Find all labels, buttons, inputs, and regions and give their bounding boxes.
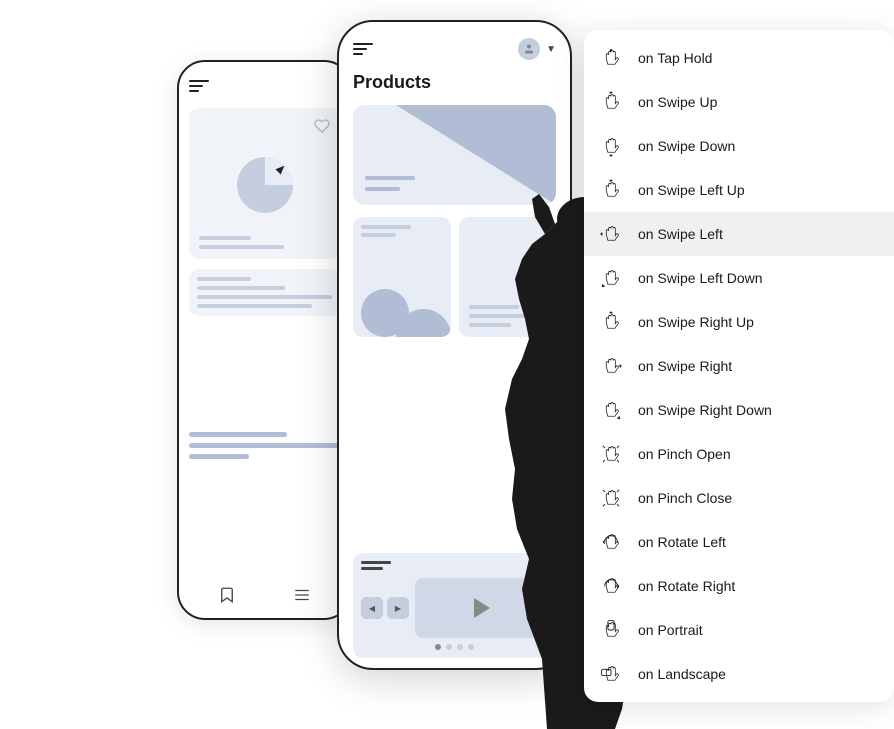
phone-bg (177, 60, 352, 620)
gesture-icon-swipe-right-up (598, 309, 624, 335)
gesture-icon-swipe-left-down (598, 265, 624, 291)
gesture-label-swipe-right-up: on Swipe Right Up (638, 314, 754, 330)
gesture-label-swipe-up: on Swipe Up (638, 94, 717, 110)
gesture-item-swipe-down[interactable]: on Swipe Down (584, 124, 894, 168)
gesture-icon-swipe-up (598, 89, 624, 115)
phone-main: ▼ Products (337, 20, 572, 670)
text-line (199, 236, 251, 240)
gesture-item-pinch-close[interactable]: on Pinch Close (584, 476, 894, 520)
gesture-label-swipe-right-down: on Swipe Right Down (638, 402, 772, 418)
gesture-item-rotate-right[interactable]: on Rotate Right (584, 564, 894, 608)
gesture-icon-swipe-left (598, 221, 624, 247)
carousel-dots (361, 644, 548, 650)
gesture-panel: on Tap Hold on Swipe Up on Swipe Down on Sw… (584, 30, 894, 702)
gesture-icon-swipe-right-down (598, 397, 624, 423)
text-line (197, 277, 251, 281)
bottom-nav (189, 578, 340, 608)
bg-bottom-card (189, 269, 340, 316)
text-line (197, 286, 285, 290)
gesture-label-rotate-left: on Rotate Left (638, 534, 726, 550)
gesture-label-rotate-right: on Rotate Right (638, 578, 735, 594)
next-btn[interactable]: ▶ (387, 597, 409, 619)
gesture-item-pinch-open[interactable]: on Pinch Open (584, 432, 894, 476)
pie-chart (230, 150, 300, 220)
phone-header: ▼ (353, 38, 556, 60)
text-line (199, 245, 284, 249)
gesture-label-swipe-down: on Swipe Down (638, 138, 735, 154)
gesture-icon-portrait (598, 617, 624, 643)
wide-card (353, 105, 556, 205)
user-icon (523, 43, 535, 55)
bookmark-icon (218, 586, 236, 604)
content-card-2 (459, 217, 557, 337)
gesture-label-landscape: on Landscape (638, 666, 726, 682)
gesture-icon-tap-hold (598, 45, 624, 71)
list-icon (293, 586, 311, 604)
carousel-row: ◀ ▶ (361, 578, 548, 638)
dot-2 (446, 644, 452, 650)
gesture-label-swipe-left-down: on Swipe Left Down (638, 270, 763, 286)
chevron-down-icon: ▼ (546, 44, 556, 55)
gesture-icon-rotate-left (598, 529, 624, 555)
carousel-image (415, 578, 548, 638)
gesture-label-swipe-right: on Swipe Right (638, 358, 732, 374)
gesture-icon-pinch-close (598, 485, 624, 511)
gesture-item-swipe-right-up[interactable]: on Swipe Right Up (584, 300, 894, 344)
content-card-1 (353, 217, 451, 337)
gesture-label-swipe-left-up: on Swipe Left Up (638, 182, 745, 198)
gesture-item-landscape[interactable]: on Landscape (584, 652, 894, 696)
gesture-item-swipe-right-down[interactable]: on Swipe Right Down (584, 388, 894, 432)
header-icons: ▼ (518, 38, 556, 60)
gesture-icon-swipe-down (598, 133, 624, 159)
text-line (197, 295, 332, 299)
gesture-label-tap-hold: on Tap Hold (638, 50, 712, 66)
screen-title: Products (353, 72, 556, 93)
dot-3 (457, 644, 463, 650)
gesture-label-pinch-close: on Pinch Close (638, 490, 732, 506)
text-line (197, 304, 312, 308)
dot-4 (468, 644, 474, 650)
gesture-icon-swipe-right (598, 353, 624, 379)
heart-icon (314, 118, 330, 134)
gesture-label-swipe-left: on Swipe Left (638, 226, 723, 242)
card-lines (365, 176, 415, 191)
gesture-item-swipe-right[interactable]: on Swipe Right (584, 344, 894, 388)
gesture-icon-rotate-right (598, 573, 624, 599)
main-container: ▼ Products (0, 0, 894, 729)
avatar (518, 38, 540, 60)
gesture-item-rotate-left[interactable]: on Rotate Left (584, 520, 894, 564)
gesture-icon-swipe-left-up (598, 177, 624, 203)
prev-btn[interactable]: ◀ (361, 597, 383, 619)
dot-1 (435, 644, 441, 650)
content-grid (353, 217, 556, 541)
gesture-icon-landscape (598, 661, 624, 687)
gesture-item-swipe-left-down[interactable]: on Swipe Left Down (584, 256, 894, 300)
hamburger-icon (353, 43, 373, 55)
text-line (189, 454, 249, 459)
gesture-label-pinch-open: on Pinch Open (638, 446, 731, 462)
gesture-item-swipe-left-up[interactable]: on Swipe Left Up (584, 168, 894, 212)
gesture-item-portrait[interactable]: on Portrait (584, 608, 894, 652)
gesture-item-swipe-up[interactable]: on Swipe Up (584, 80, 894, 124)
hamburger-menu-icon (189, 80, 209, 92)
gesture-label-portrait: on Portrait (638, 622, 703, 638)
carousel-nav: ◀ ▶ (361, 597, 409, 619)
bg-card-top (189, 108, 340, 259)
gesture-item-swipe-left[interactable]: on Swipe Left (584, 212, 894, 256)
section-lines (361, 561, 391, 570)
text-line (189, 432, 287, 437)
text-line (189, 443, 340, 448)
gesture-item-tap-hold[interactable]: on Tap Hold (584, 36, 894, 80)
carousel-section: ◀ ▶ (353, 553, 556, 658)
gesture-icon-pinch-open (598, 441, 624, 467)
triangle-shape (396, 105, 556, 205)
